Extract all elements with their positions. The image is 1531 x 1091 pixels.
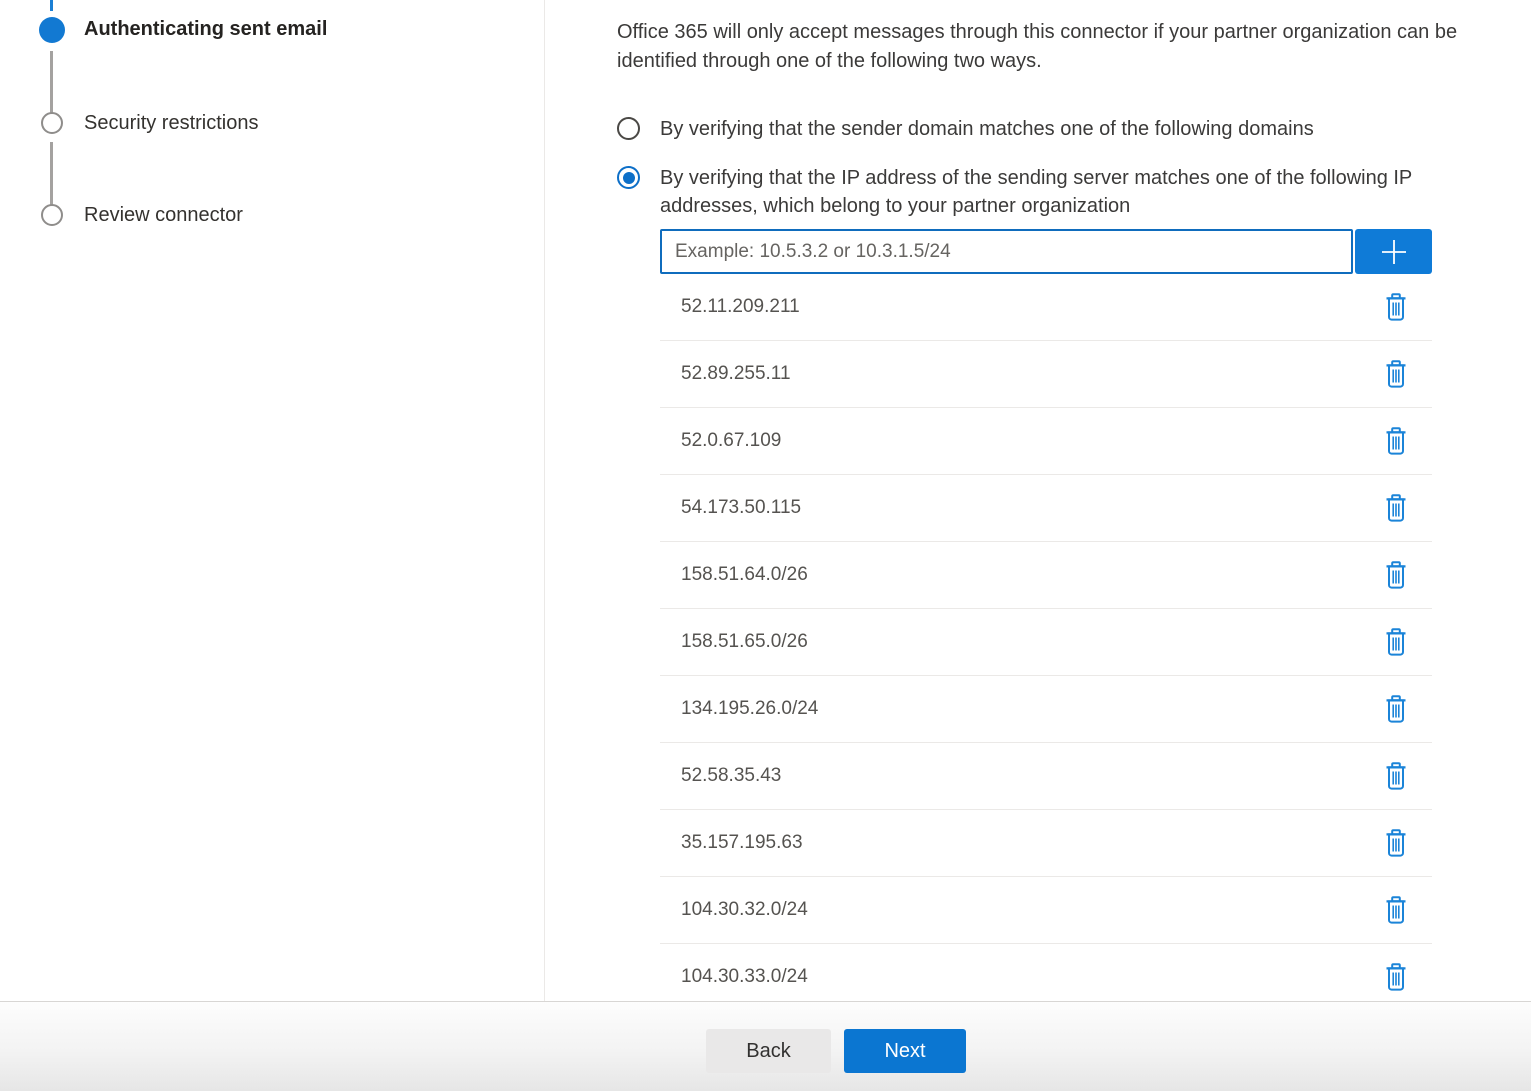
ip-entry-row bbox=[660, 229, 1432, 274]
ip-address-row: 54.173.50.115 bbox=[660, 475, 1432, 542]
ip-address-row: 158.51.64.0/26 bbox=[660, 542, 1432, 609]
ip-address-value: 52.58.35.43 bbox=[681, 765, 781, 787]
step-label-authenticating: Authenticating sent email bbox=[84, 18, 327, 41]
radio-verify-ip[interactable] bbox=[617, 166, 640, 189]
delete-ip-button[interactable] bbox=[1382, 291, 1410, 323]
connector-wizard-page: Authenticating sent email Security restr… bbox=[0, 0, 1531, 1091]
ip-address-row: 104.30.32.0/24 bbox=[660, 877, 1432, 944]
ip-address-value: 104.30.33.0/24 bbox=[681, 966, 808, 988]
delete-ip-button[interactable] bbox=[1382, 626, 1410, 658]
ip-address-value: 35.157.195.63 bbox=[681, 832, 803, 854]
delete-ip-button[interactable] bbox=[1382, 961, 1410, 993]
trash-icon bbox=[1384, 762, 1408, 790]
step-indicator-authenticating bbox=[39, 17, 65, 43]
ip-address-row: 35.157.195.63 bbox=[660, 810, 1432, 877]
wizard-footer: Back Next bbox=[0, 1001, 1531, 1091]
step-connector-line bbox=[50, 51, 53, 114]
option-verify-ip-label: By verifying that the IP address of the … bbox=[660, 164, 1432, 220]
add-ip-button[interactable] bbox=[1355, 229, 1432, 274]
step-connector-previous bbox=[50, 0, 53, 11]
trash-icon bbox=[1384, 427, 1408, 455]
delete-ip-button[interactable] bbox=[1382, 425, 1410, 457]
ip-address-row: 134.195.26.0/24 bbox=[660, 676, 1432, 743]
step-label-security: Security restrictions bbox=[84, 112, 259, 135]
trash-icon bbox=[1384, 695, 1408, 723]
trash-icon bbox=[1384, 963, 1408, 991]
ip-address-value: 52.11.209.211 bbox=[681, 296, 800, 318]
trash-icon bbox=[1384, 293, 1408, 321]
ip-address-row: 52.89.255.11 bbox=[660, 341, 1432, 408]
ip-address-input[interactable] bbox=[660, 229, 1353, 274]
ip-address-row: 52.0.67.109 bbox=[660, 408, 1432, 475]
delete-ip-button[interactable] bbox=[1382, 693, 1410, 725]
trash-icon bbox=[1384, 360, 1408, 388]
trash-icon bbox=[1384, 561, 1408, 589]
trash-icon bbox=[1384, 628, 1408, 656]
delete-ip-button[interactable] bbox=[1382, 894, 1410, 926]
option-verify-domain: By verifying that the sender domain matc… bbox=[617, 115, 1531, 143]
trash-icon bbox=[1384, 896, 1408, 924]
delete-ip-button[interactable] bbox=[1382, 492, 1410, 524]
next-button[interactable]: Next bbox=[844, 1029, 966, 1073]
delete-ip-button[interactable] bbox=[1382, 358, 1410, 390]
panel-description: Office 365 will only accept messages thr… bbox=[617, 18, 1531, 76]
ip-address-row: 158.51.65.0/26 bbox=[660, 609, 1432, 676]
ip-address-value: 52.0.67.109 bbox=[681, 430, 781, 452]
trash-icon bbox=[1384, 829, 1408, 857]
delete-ip-button[interactable] bbox=[1382, 760, 1410, 792]
ip-address-value: 158.51.65.0/26 bbox=[681, 631, 808, 653]
trash-icon bbox=[1384, 494, 1408, 522]
add-icon bbox=[1379, 237, 1409, 267]
step-indicator-security bbox=[41, 112, 63, 134]
back-button[interactable]: Back bbox=[706, 1029, 831, 1073]
ip-address-row: 52.11.209.211 bbox=[660, 274, 1432, 341]
step-connector-line bbox=[50, 142, 53, 205]
step-label-review: Review connector bbox=[84, 204, 243, 227]
ip-address-list: 52.11.209.211 bbox=[660, 274, 1432, 1001]
option-verify-ip: By verifying that the IP address of the … bbox=[617, 164, 1531, 1001]
wizard-steps-pane: Authenticating sent email Security restr… bbox=[0, 0, 545, 1001]
ip-address-value: 134.195.26.0/24 bbox=[681, 698, 818, 720]
step-indicator-review bbox=[41, 204, 63, 226]
ip-address-value: 158.51.64.0/26 bbox=[681, 564, 808, 586]
delete-ip-button[interactable] bbox=[1382, 827, 1410, 859]
delete-ip-button[interactable] bbox=[1382, 559, 1410, 591]
radio-verify-domain[interactable] bbox=[617, 117, 640, 140]
footer-buttons: Back Next bbox=[0, 1002, 1531, 1073]
authenticating-sent-email-panel: Office 365 will only accept messages thr… bbox=[546, 0, 1531, 1001]
ip-address-row: 104.30.33.0/24 bbox=[660, 944, 1432, 1001]
ip-address-value: 104.30.32.0/24 bbox=[681, 899, 808, 921]
option-verify-domain-label: By verifying that the sender domain matc… bbox=[660, 115, 1432, 143]
ip-address-row: 52.58.35.43 bbox=[660, 743, 1432, 810]
ip-address-value: 52.89.255.11 bbox=[681, 363, 791, 385]
ip-address-value: 54.173.50.115 bbox=[681, 497, 801, 519]
